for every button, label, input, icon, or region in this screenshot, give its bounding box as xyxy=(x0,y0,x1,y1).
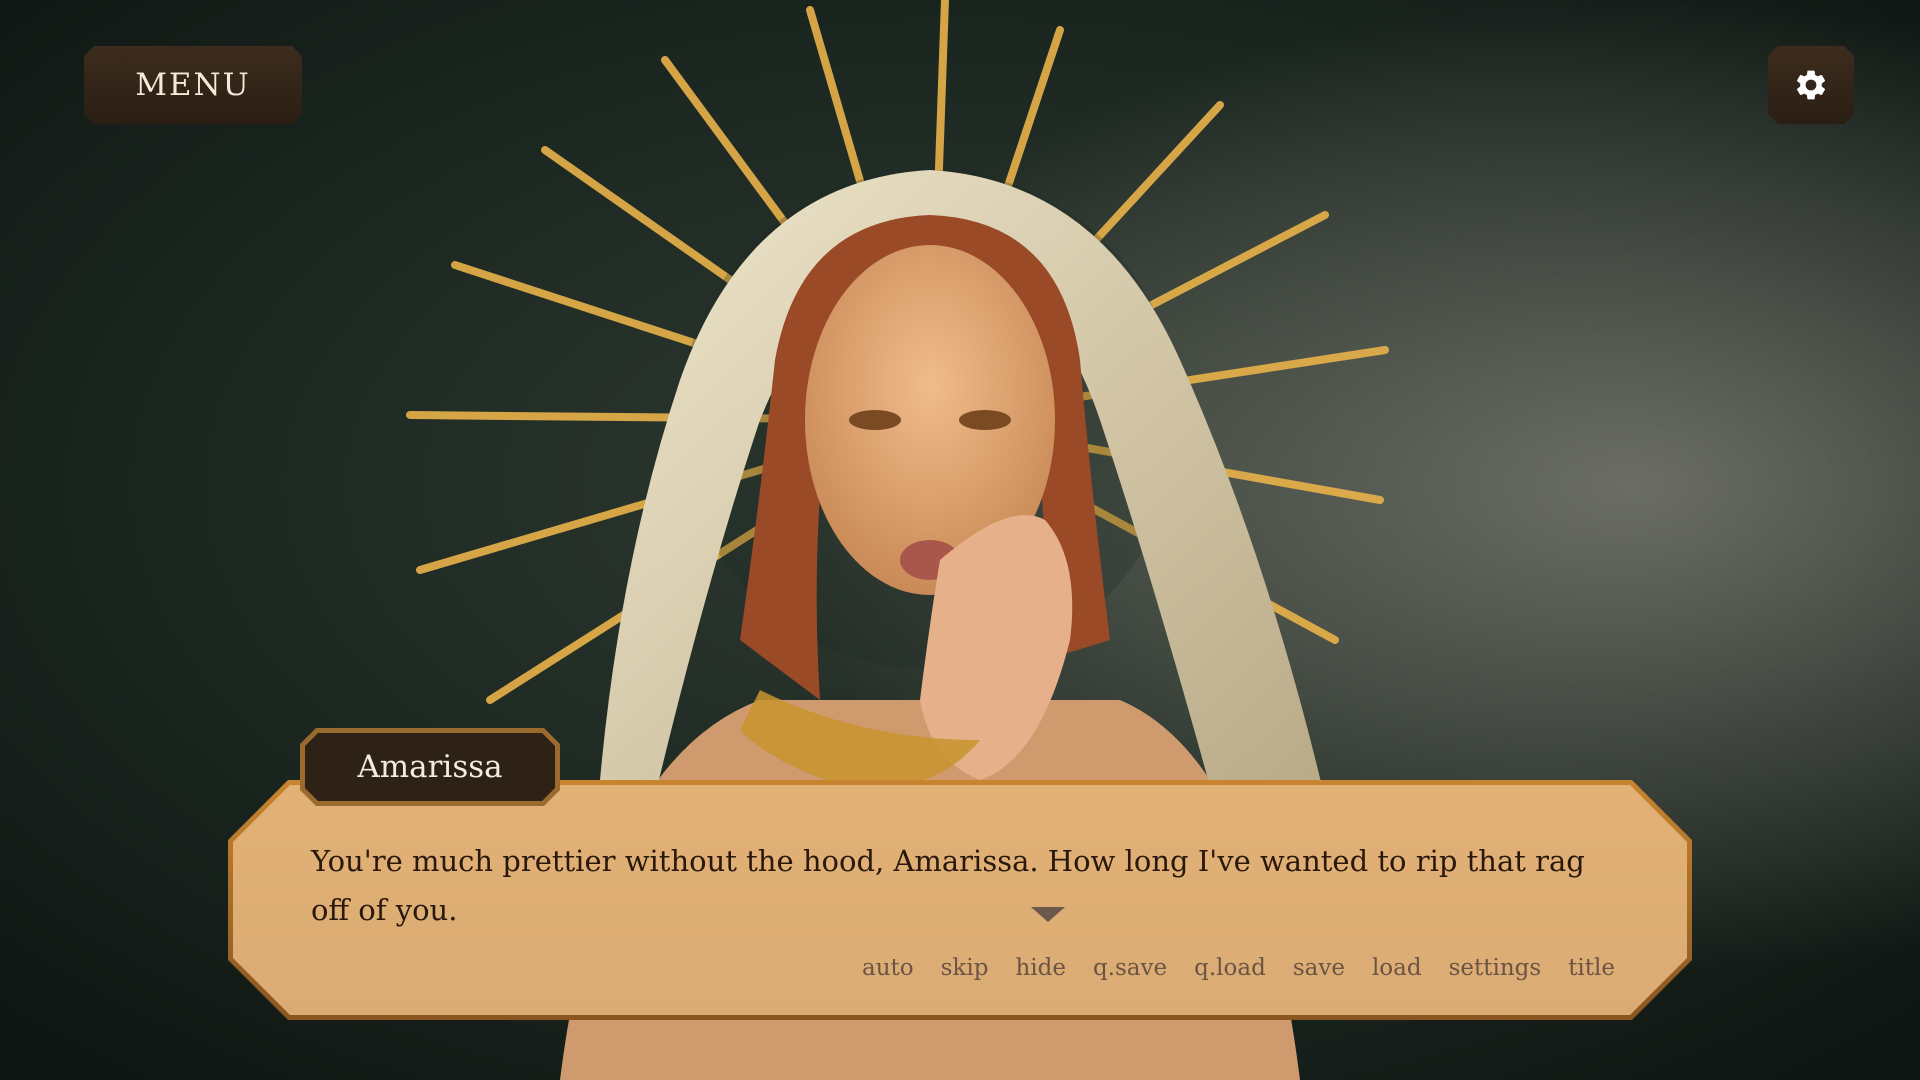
speaker-name: Amarissa xyxy=(305,733,555,801)
quick-menu-load[interactable]: load xyxy=(1372,955,1422,981)
continue-arrow-icon xyxy=(1031,907,1065,922)
quick-menu-settings[interactable]: settings xyxy=(1449,955,1542,981)
menu-button[interactable]: MENU xyxy=(84,46,302,124)
dialogue-box[interactable]: You're much prettier without the hood, A… xyxy=(228,780,1692,1020)
menu-button-label: MENU xyxy=(135,67,251,103)
gear-icon xyxy=(1793,67,1829,103)
quick-menu-hide[interactable]: hide xyxy=(1015,955,1066,981)
dialogue-box-inner[interactable]: You're much prettier without the hood, A… xyxy=(233,785,1687,1015)
speaker-nameplate: Amarissa xyxy=(300,728,560,806)
quick-menu-title[interactable]: title xyxy=(1568,955,1615,981)
quick-menu-skip[interactable]: skip xyxy=(941,955,989,981)
dialogue-text: You're much prettier without the hood, A… xyxy=(311,844,1585,927)
settings-button[interactable] xyxy=(1768,46,1854,124)
quick-menu-auto[interactable]: auto xyxy=(862,955,914,981)
quick-menu-qload[interactable]: q.load xyxy=(1194,955,1266,981)
quick-menu-qsave[interactable]: q.save xyxy=(1093,955,1167,981)
quick-menu: auto skip hide q.save q.load save load s… xyxy=(862,955,1615,981)
quick-menu-save[interactable]: save xyxy=(1293,955,1345,981)
